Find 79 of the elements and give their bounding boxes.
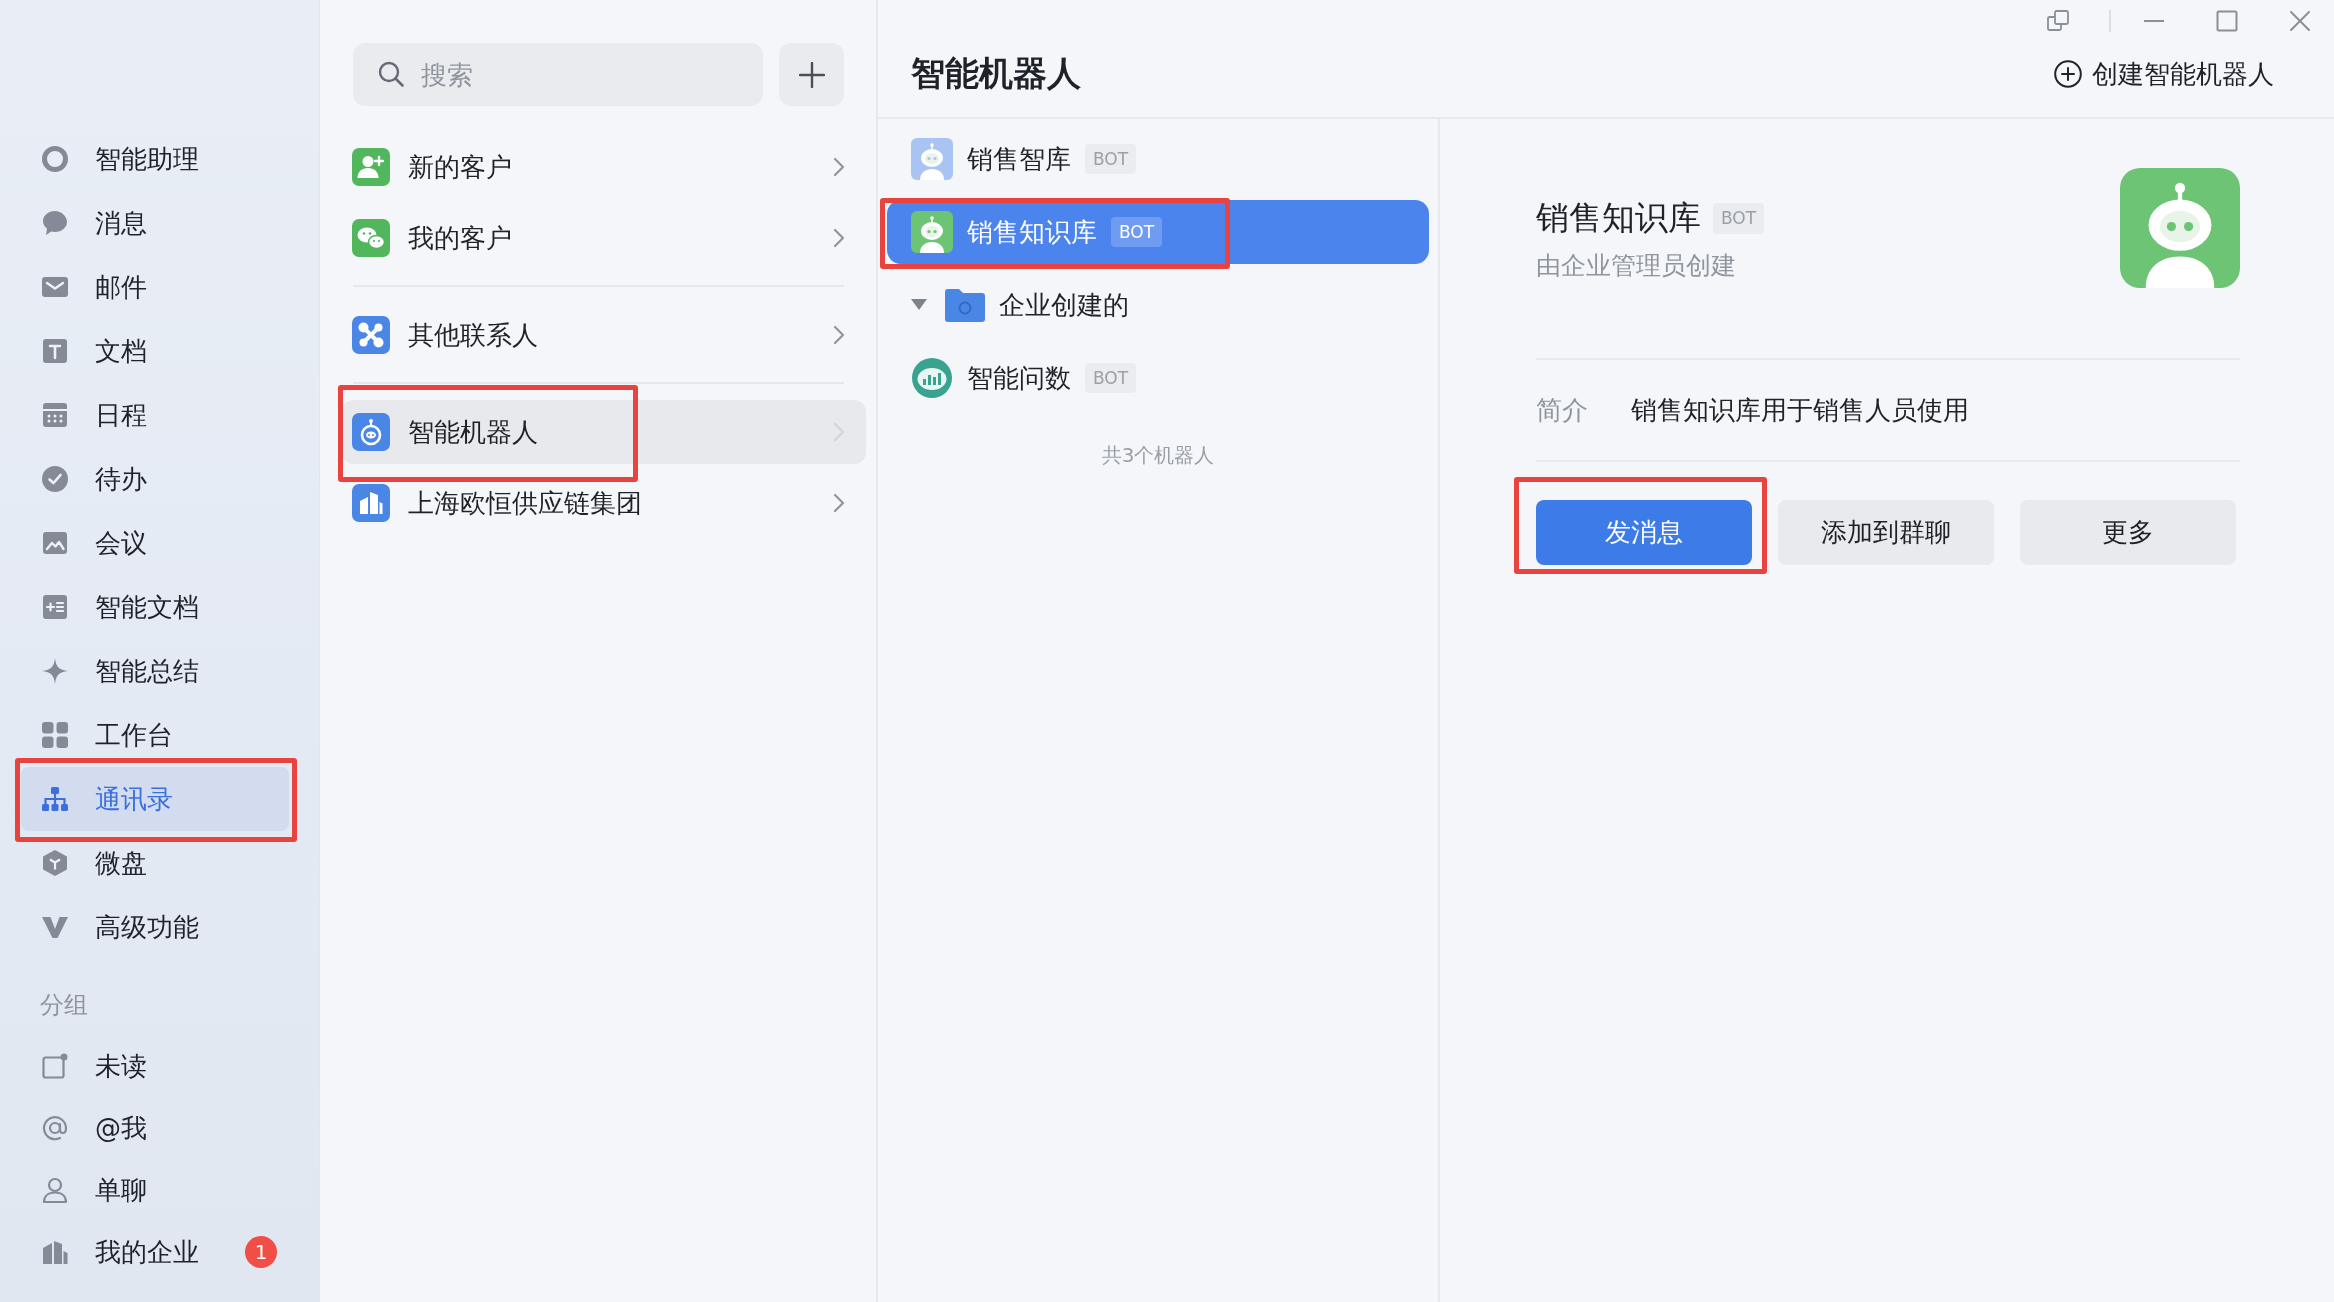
bot-tag: BOT <box>1085 143 1137 175</box>
plus-list-icon <box>41 593 69 621</box>
robot-name: 销售知识库 <box>1536 197 1701 239</box>
bot-tag: BOT <box>1085 362 1137 394</box>
add-button[interactable] <box>779 43 844 106</box>
sparkle-icon <box>41 657 69 685</box>
creator-label: 由企业管理员创建 <box>1536 250 1737 282</box>
sidebar-item[interactable]: 日程 <box>21 383 289 447</box>
chat-bubbles-icon <box>352 219 390 257</box>
maximize-icon[interactable] <box>2216 10 2238 32</box>
sidebar-item[interactable]: 高级功能 <box>21 895 289 959</box>
chevron-right-icon <box>832 156 846 178</box>
person-plus-icon <box>352 148 390 186</box>
robot-item[interactable]: 销售智库 BOT <box>887 127 1429 191</box>
contact-item[interactable]: 上海欧恒供应链集团 <box>342 471 866 535</box>
chevron-right-icon <box>832 421 846 443</box>
sidebar-item[interactable]: 我的企业 1 <box>21 1221 289 1283</box>
bot-tag: BOT <box>1111 216 1163 248</box>
building-icon <box>352 484 390 522</box>
folder-icon <box>945 288 985 322</box>
expand-triangle-icon[interactable] <box>911 299 927 311</box>
org-chart-icon <box>41 785 69 813</box>
sidebar-item[interactable]: 待办 <box>21 447 289 511</box>
count-badge: 1 <box>245 1236 277 1268</box>
robot-icon <box>352 413 390 451</box>
picture-icon <box>41 529 69 557</box>
chat-bubble-icon <box>41 209 69 237</box>
check-circle-icon <box>41 465 69 493</box>
page-title: 智能机器人 <box>911 52 1081 95</box>
sidebar-item[interactable]: @我 <box>21 1097 289 1159</box>
network-icon <box>352 316 390 354</box>
search-icon <box>377 60 405 88</box>
robot-item[interactable]: 智能问数 BOT <box>887 346 1429 410</box>
intro-label: 简介 <box>1536 393 1588 427</box>
sidebar-item[interactable]: 会议 <box>21 511 289 575</box>
contact-item[interactable]: 新的客户 <box>342 135 866 199</box>
sidebar-item[interactable]: 消息 <box>21 191 289 255</box>
contact-item[interactable]: 我的客户 <box>342 206 866 270</box>
contact-item[interactable]: 智能机器人 <box>342 400 866 464</box>
plus-icon <box>798 61 825 88</box>
grid-icon <box>41 721 69 749</box>
calendar-icon <box>41 401 69 429</box>
chevron-right-icon <box>832 324 846 346</box>
create-robot-button[interactable]: 创建智能机器人 <box>2054 56 2274 92</box>
ring-icon <box>41 145 69 173</box>
square-dot-icon <box>41 1052 69 1080</box>
chart-avatar-icon <box>911 357 953 399</box>
sidebar-item[interactable]: 单聊 <box>21 1159 289 1221</box>
intro-text: 销售知识库用于销售人员使用 <box>1631 393 1969 427</box>
pop-out-icon[interactable] <box>2047 10 2069 32</box>
sidebar-item[interactable]: 邮件 <box>21 255 289 319</box>
sidebar-item[interactable]: 工作台 <box>21 703 289 767</box>
sidebar-item[interactable]: 文档 <box>21 319 289 383</box>
letter-t-icon <box>41 337 69 365</box>
at-sign-icon <box>41 1114 69 1142</box>
robot-count-label: 共3个机器人 <box>1100 442 1216 469</box>
more-button[interactable]: 更多 <box>2020 500 2236 565</box>
contact-item[interactable]: 其他联系人 <box>342 303 866 367</box>
section-heading: 分组 <box>40 990 88 1021</box>
sidebar-item[interactable]: 微盘 <box>21 831 289 895</box>
minimize-icon[interactable] <box>2143 19 2165 23</box>
chevron-right-icon <box>832 492 846 514</box>
robot-avatar-icon <box>2120 168 2240 288</box>
sidebar-item[interactable]: 智能助理 <box>21 127 289 191</box>
folder-group-item[interactable]: 企业创建的 <box>887 273 1429 337</box>
robot-item[interactable]: 销售知识库 BOT <box>887 200 1429 264</box>
add-to-group-chat-button[interactable]: 添加到群聊 <box>1778 500 1994 565</box>
cube-icon <box>41 849 69 877</box>
close-icon[interactable] <box>2289 10 2311 32</box>
send-message-button[interactable]: 发消息 <box>1536 500 1752 565</box>
person-icon <box>41 1176 69 1204</box>
plus-circle-icon <box>2054 60 2082 88</box>
search-field[interactable]: 搜索 <box>353 43 763 106</box>
building-icon <box>41 1238 69 1266</box>
sidebar-item[interactable]: 智能文档 <box>21 575 289 639</box>
chevron-right-icon <box>832 227 846 249</box>
sidebar-item[interactable]: 未读 <box>21 1035 289 1097</box>
sidebar-item[interactable]: 智能总结 <box>21 639 289 703</box>
bot-tag: BOT <box>1713 203 1765 234</box>
